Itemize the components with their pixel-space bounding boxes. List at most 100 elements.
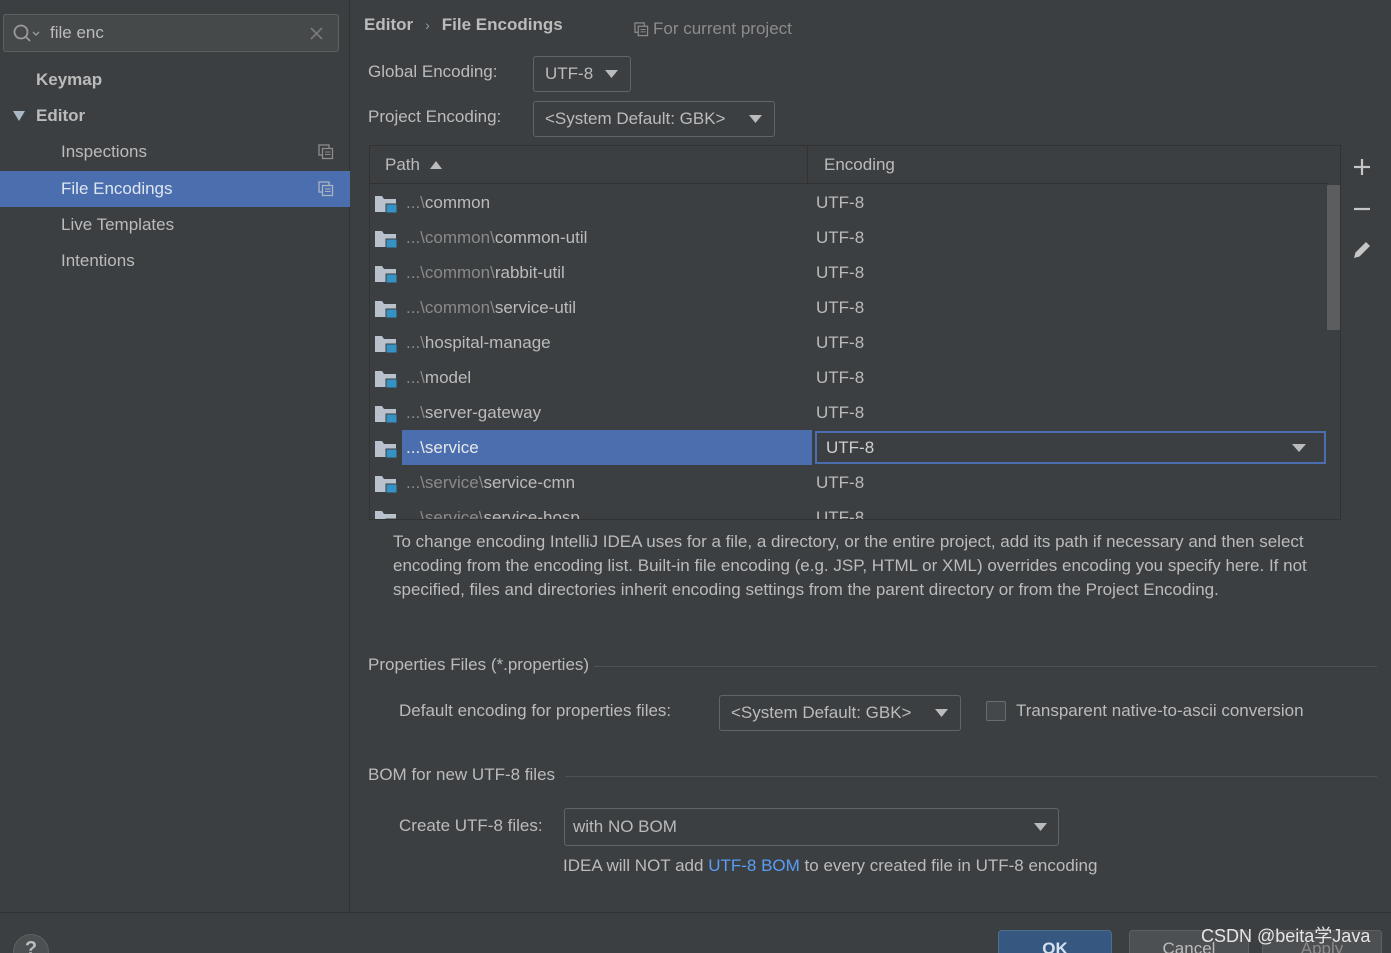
sidebar-item-live-templates[interactable]: Live Templates — [0, 207, 350, 243]
encoding-value: UTF-8 — [826, 437, 875, 457]
search-icon[interactable] — [12, 23, 42, 45]
encoding-cell[interactable]: UTF-8 — [816, 255, 864, 290]
scope-label: For current project — [634, 19, 792, 39]
column-header-encoding[interactable]: Encoding — [808, 146, 1328, 184]
sidebar-item-intentions[interactable]: Intentions — [0, 243, 350, 279]
dropdown-arrow-icon — [749, 115, 762, 123]
path-prefix: ...\ — [406, 507, 425, 520]
column-header-path[interactable]: Path — [370, 146, 808, 184]
remove-icon[interactable] — [1351, 198, 1373, 220]
encoding-cell[interactable]: UTF-8 — [816, 325, 864, 360]
table-row[interactable]: ...\ server-gateway UTF-8 — [370, 395, 1328, 430]
bom-note-text: IDEA will NOT add — [563, 856, 704, 875]
table-row[interactable]: ...\ model UTF-8 — [370, 360, 1328, 395]
sidebar-item-keymap[interactable]: Keymap — [0, 62, 350, 98]
path-parent: common\ — [424, 227, 495, 247]
page-title: File Encodings — [441, 15, 563, 34]
edit-icon[interactable] — [1351, 239, 1373, 261]
properties-group-title: Properties Files (*.properties) — [368, 655, 590, 674]
sidebar-item-label: Editor — [36, 106, 86, 125]
global-encoding-label: Global Encoding: — [368, 62, 498, 81]
path-name: rabbit-util — [494, 262, 565, 282]
add-icon[interactable] — [1351, 156, 1373, 178]
table-row-selected[interactable]: ...\ service UTF-8 — [370, 430, 1328, 465]
encoding-cell[interactable]: UTF-8 — [816, 220, 864, 255]
encoding-cell[interactable]: UTF-8 — [816, 360, 864, 395]
path-cell: ...\ common\ common-util — [402, 220, 812, 255]
path-parent: common\ — [424, 262, 495, 282]
path-prefix: ...\ — [406, 437, 425, 457]
encoding-cell[interactable]: UTF-8 — [816, 185, 864, 220]
folder-module-icon — [375, 336, 398, 354]
encoding-cell[interactable]: UTF-8 — [816, 395, 864, 430]
path-parent: service\ — [424, 507, 484, 520]
create-utf8-label: Create UTF-8 files: — [399, 816, 543, 835]
bom-select-value: with NO BOM — [573, 817, 677, 836]
project-encoding-select[interactable]: <System Default: GBK> — [533, 101, 775, 137]
path-cell: ...\ hospital-manage — [402, 325, 812, 360]
scope-text: For current project — [653, 19, 792, 38]
sidebar-item-label: Intentions — [61, 251, 135, 270]
path-cell: ...\ service\ service-hosp — [402, 500, 812, 520]
encoding-cell[interactable]: UTF-8 — [816, 500, 864, 520]
folder-module-icon — [375, 476, 398, 494]
group-separator — [565, 776, 1377, 777]
properties-encoding-select[interactable]: <System Default: GBK> — [719, 695, 961, 731]
path-name: service-util — [494, 297, 577, 317]
path-name: common — [424, 192, 491, 212]
properties-encoding-value: <System Default: GBK> — [731, 703, 912, 722]
table-header: Path Encoding — [370, 146, 1328, 184]
path-prefix: ...\ — [406, 402, 425, 422]
sidebar-item-editor[interactable]: Editor — [0, 98, 350, 134]
table-row[interactable]: ...\ common UTF-8 — [370, 185, 1328, 220]
transparent-conversion-label[interactable]: Transparent native-to-ascii conversion — [1016, 701, 1304, 721]
encoding-cell-editor[interactable]: UTF-8 — [815, 431, 1326, 464]
path-name: hospital-manage — [424, 332, 551, 352]
sidebar-item-inspections[interactable]: Inspections — [0, 134, 350, 170]
path-cell: ...\ common\ service-util — [402, 290, 812, 325]
table-row[interactable]: ...\ hospital-manage UTF-8 — [370, 325, 1328, 360]
encoding-cell[interactable]: UTF-8 — [816, 290, 864, 325]
search-field[interactable]: file enc — [3, 14, 339, 52]
clear-icon[interactable] — [308, 23, 326, 43]
path-name: service-cmn — [483, 472, 576, 492]
table-row[interactable]: ...\ common\ service-util UTF-8 — [370, 290, 1328, 325]
table-scrollbar[interactable] — [1327, 185, 1340, 519]
encoding-cell[interactable]: UTF-8 — [816, 465, 864, 500]
sidebar-item-label: Keymap — [36, 70, 103, 89]
utf8-bom-link[interactable]: UTF-8 BOM — [708, 856, 800, 875]
table-row[interactable]: ...\ common\ rabbit-util UTF-8 — [370, 255, 1328, 290]
breadcrumb-parent[interactable]: Editor — [364, 15, 413, 35]
encoding-table: Path Encoding ...\ common UTF-8 ...\ commo… — [369, 145, 1341, 520]
path-prefix: ...\ — [406, 192, 425, 212]
dropdown-arrow-icon[interactable] — [1292, 444, 1306, 453]
path-prefix: ...\ — [406, 262, 425, 282]
folder-module-icon — [375, 371, 398, 389]
dropdown-arrow-icon — [605, 70, 618, 78]
column-header-label: Encoding — [824, 155, 895, 174]
bom-select[interactable]: with NO BOM — [564, 808, 1059, 846]
table-row[interactable]: ...\ service\ service-cmn UTF-8 — [370, 465, 1328, 500]
path-name: service — [424, 437, 479, 457]
transparent-conversion-checkbox[interactable] — [986, 701, 1006, 721]
project-encoding-value: <System Default: GBK> — [545, 109, 726, 128]
table-row[interactable]: ...\ common\ common-util UTF-8 — [370, 220, 1328, 255]
folder-module-icon — [375, 196, 398, 214]
table-row[interactable]: ...\ service\ service-hosp UTF-8 — [370, 500, 1328, 520]
ok-button[interactable]: OK — [998, 930, 1112, 953]
project-encoding-label: Project Encoding: — [368, 107, 502, 126]
sidebar-item-file-encodings[interactable]: File Encodings — [0, 171, 350, 207]
path-parent: common\ — [424, 297, 495, 317]
table-toolbar — [1341, 145, 1381, 520]
path-cell: ...\ common\ rabbit-util — [402, 255, 812, 290]
path-cell: ...\ service — [402, 430, 812, 465]
expand-triangle-icon[interactable] — [12, 109, 26, 123]
global-encoding-select[interactable]: UTF-8 — [533, 56, 631, 92]
bom-note-text: to every created file in UTF-8 encoding — [804, 856, 1098, 875]
scrollbar-thumb[interactable] — [1327, 185, 1340, 330]
path-prefix: ...\ — [406, 332, 425, 352]
search-input[interactable]: file enc — [50, 23, 104, 43]
path-prefix: ...\ — [406, 367, 425, 387]
sidebar-item-label: Inspections — [61, 142, 147, 161]
sidebar-item-label: File Encodings — [61, 179, 173, 198]
